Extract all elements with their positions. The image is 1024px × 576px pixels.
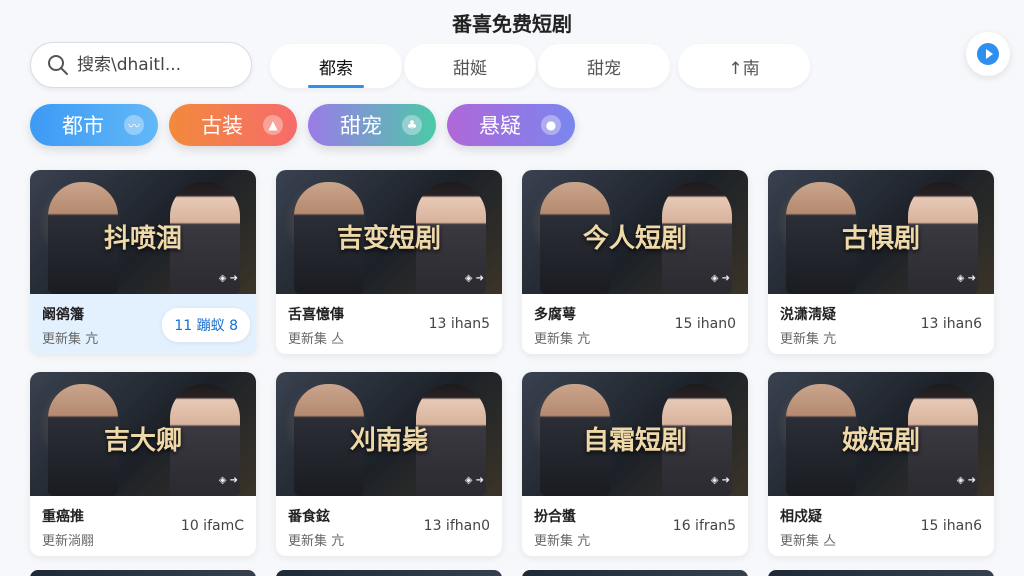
genre-pill-guzhuang[interactable]: 古装 ▲ [169,104,297,146]
share-icon: ◈ ➜ [956,475,976,486]
search-box[interactable] [30,42,252,88]
poster-title: 吉变短剧 [336,224,441,254]
play-icon [977,43,999,65]
episode-count: 15 ihan0 [674,316,736,332]
episode-count: 16 ifran5 [672,518,736,534]
episode-count: 10 ifamC [180,518,244,534]
genre-label: 甜宠 [340,114,382,138]
leaf-icon: ♣ [402,115,422,135]
poster: 娀短剧 ◈ ➜ [768,372,994,496]
episode-count: 11 蹦蚁 8 [162,308,250,342]
drama-card[interactable]: 抖喷涸 ◈ ➜ 阚鹆籓 更新集 亢 11 蹦蚁 8 [30,170,256,354]
poster: 吉变短剧 ◈ ➜ [276,170,502,294]
app-title: 番喜免费短剧 [452,12,572,36]
drama-card[interactable]: 吉大卿 ◈ ➜ 重癌推 更新淌翢 10 ifamC [30,372,256,556]
poster: 古惧剧 ◈ ➜ [768,170,994,294]
search-input[interactable] [77,55,227,75]
tab-nan[interactable]: ↑南 [678,44,810,88]
poster-title: 今人短剧 [582,224,687,254]
poster: 今人短剧 ◈ ➜ [522,170,748,294]
flame-icon: ▲ [263,115,283,135]
tab-tianyi[interactable]: 甜娫 [404,44,536,88]
drama-card[interactable]: 刈南毙 ◈ ➜ 番食鉉 更新集 亢 13 ifhan0 [276,372,502,556]
poster: 吉大卿 ◈ ➜ [30,372,256,496]
poster: 抖喷涸 ◈ ➜ [30,170,256,294]
poster: 刈南毙 ◈ ➜ [276,372,502,496]
drama-card[interactable]: 自霜短剧 ◈ ➜ 扮合螿 更新集 亢 16 ifran5 [522,372,748,556]
poster-title: 娀短剧 [841,426,920,456]
share-icon: ◈ ➜ [218,475,238,486]
share-icon: ◈ ➜ [956,273,976,284]
top-bar: 都索 甜娫 甜宠 ↑南 [30,32,1010,90]
poster-title: 抖喷涸 [103,224,182,254]
genre-pill-tianchong[interactable]: 甜宠 ♣ [308,104,436,146]
share-icon: ◈ ➜ [710,475,730,486]
share-icon: ◈ ➜ [464,475,484,486]
episode-count: 13 ihan5 [428,316,490,332]
search-icon [48,55,68,75]
episode-count: 13 ihan6 [920,316,982,332]
genre-label: 古装 [201,114,243,138]
episode-count: 15 ihan6 [920,518,982,534]
genre-label: 悬疑 [479,114,521,138]
poster-title: 古惧剧 [841,224,920,254]
poster-title: 吉大卿 [103,426,182,456]
poster-title: 自霜短剧 [582,426,687,456]
genre-pill-dushi[interactable]: 都市 〰 [30,104,158,146]
genre-pill-xuanyi[interactable]: 悬疑 ● [447,104,575,146]
wave-icon: 〰 [124,115,144,135]
drama-card[interactable]: 娀短剧 ◈ ➜ 相戍疑 更新集 亼 15 ihan6 [768,372,994,556]
poster-title: 刈南毙 [349,426,428,456]
drama-card[interactable]: 古惧剧 ◈ ➜ 涚潇淸疑 更新集 亢 13 ihan6 [768,170,994,354]
tab-dusuo[interactable]: 都索 [270,44,402,88]
genre-label: 都市 [62,114,104,138]
play-button[interactable] [966,32,1010,76]
share-icon: ◈ ➜ [218,273,238,284]
poster: 自霜短剧 ◈ ➜ [522,372,748,496]
tab-tianchong[interactable]: 甜宠 [538,44,670,88]
share-icon: ◈ ➜ [464,273,484,284]
episode-count: 13 ifhan0 [423,518,490,534]
next-row-peek [30,570,994,576]
drama-card[interactable]: 今人短剧 ◈ ➜ 多腐萼 更新集 亢 15 ihan0 [522,170,748,354]
drama-card[interactable]: 吉变短剧 ◈ ➜ 舌喜憶倳 更新集 亼 13 ihan5 [276,170,502,354]
share-icon: ◈ ➜ [710,273,730,284]
orb-icon: ● [541,115,561,135]
